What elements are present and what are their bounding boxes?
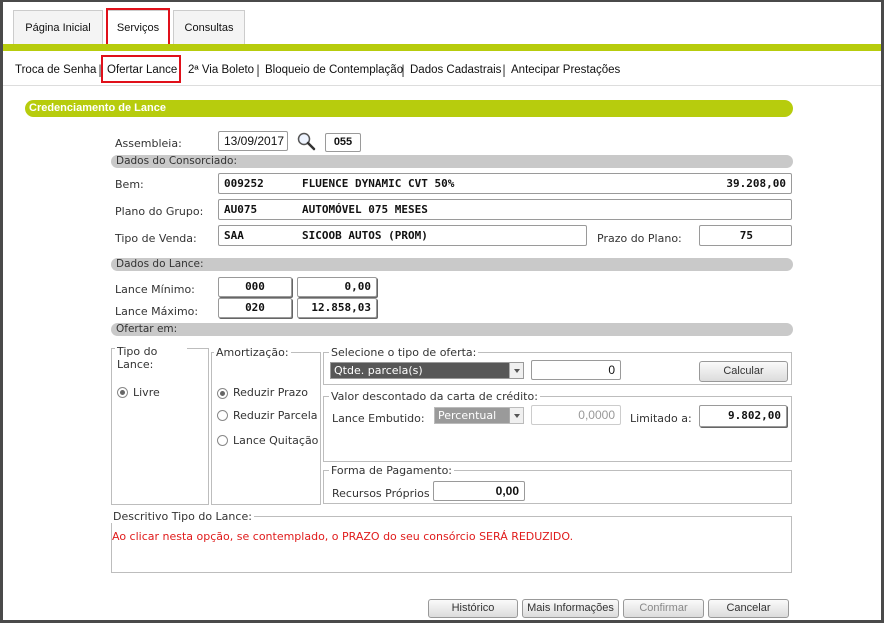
mais-informacoes-button[interactable]: Mais Informações [522,599,619,618]
recursos-proprios-field[interactable]: 0,00 [433,481,525,501]
venda-description: SICOOB AUTOS (PROM) [302,229,428,242]
nav-accent-bar [3,44,881,51]
radio-livre[interactable] [117,387,128,398]
lance-minimo-value: 0,00 [297,277,377,297]
lance-minimo-label: Lance Mínimo: [115,283,195,296]
subnav-segunda-via-boleto[interactable]: 2ª Via Boleto [188,62,254,78]
lance-minimo-code: 000 [218,277,292,297]
assembleia-number-field[interactable]: 055 [325,133,361,152]
forma-pagamento-legend: Forma de Pagamento: [329,464,454,477]
servicos-highlight [106,8,170,46]
valor-descontado-legend: Valor descontado da carta de crédito: [329,390,540,403]
tipo-oferta-legend: Selecione o tipo de oferta: [329,346,479,359]
amortizacao-legend: Amortização: [214,346,291,359]
chevron-down-icon [509,408,523,423]
radio-reduzir-parcela[interactable] [217,410,228,421]
tipo-lance-group [111,348,209,505]
assembleia-label: Assembleia: [115,137,182,150]
confirmar-button[interactable]: Confirmar [623,599,704,618]
calcular-button[interactable]: Calcular [699,361,788,382]
lance-maximo-code: 020 [218,298,292,318]
section-lance: Dados do Lance: [111,258,793,271]
browser-frame: Página Inicial Serviços Consultas Troca … [0,0,884,623]
tipo-lance-legend: Tipo do Lance: [115,345,187,371]
tipo-venda-label: Tipo de Venda: [115,232,197,245]
bem-field: 009252 FLUENCE DYNAMIC CVT 50% 39.208,00 [218,173,792,194]
tipo-oferta-selected: Qtde. parcela(s) [334,364,423,377]
plano-description: AUTOMÓVEL 075 MESES [302,203,428,216]
bem-label: Bem: [115,178,144,191]
ofertar-lance-highlight [101,55,181,83]
bem-code: 009252 [224,177,264,190]
assembleia-date-field[interactable]: 13/09/2017 [218,131,288,151]
subnav-dados-cadastrais[interactable]: Dados Cadastrais [410,62,501,78]
subnav-separator: | [502,63,507,77]
lance-embutido-value-field[interactable]: 0,0000 [531,405,621,425]
tab-pagina-inicial[interactable]: Página Inicial [13,10,103,44]
divider [3,85,881,86]
tipo-oferta-select[interactable]: Qtde. parcela(s) [330,362,524,379]
venda-code: SAA [224,229,244,242]
lance-maximo-label: Lance Máximo: [115,305,199,318]
limitado-label: Limitado a: [630,412,692,425]
subnav-troca-senha[interactable]: Troca de Senha [15,62,96,78]
historico-button[interactable]: Histórico [428,599,518,618]
tab-consultas[interactable]: Consultas [173,10,245,44]
bem-value: 39.208,00 [726,177,786,190]
section-consorciado: Dados do Consorciado: [111,155,793,168]
subnav-separator: | [256,63,261,77]
section-ofertar: Ofertar em: [111,323,793,336]
descritivo-group [111,516,792,573]
limitado-value: 9.802,00 [699,405,787,427]
radio-lance-quitacao[interactable] [217,435,228,446]
prazo-label: Prazo do Plano: [597,232,682,245]
subnav-bloqueio-contemplacao[interactable]: Bloqueio de Contemplação [265,62,403,78]
plano-label: Plano do Grupo: [115,205,204,218]
lance-embutido-select[interactable]: Percentual [434,407,524,424]
search-icon[interactable] [296,131,318,151]
lance-embutido-selected: Percentual [438,409,497,422]
tipo-venda-field: SAA SICOOB AUTOS (PROM) [218,225,587,246]
subnav-separator: | [401,63,406,77]
lance-maximo-value: 12.858,03 [297,298,377,318]
chevron-down-icon [509,363,523,378]
prazo-field: 75 [699,225,792,246]
radio-reduzir-prazo[interactable] [217,388,228,399]
amortizacao-group [211,352,321,505]
lance-quitacao-label: Lance Quitação [233,434,319,447]
livre-label: Livre [133,386,160,399]
reduzir-parcela-label: Reduzir Parcela [233,409,318,422]
descritivo-legend: Descritivo Tipo do Lance: [111,510,254,523]
bem-description: FLUENCE DYNAMIC CVT 50% [302,177,455,190]
reduzir-prazo-label: Reduzir Prazo [233,386,308,399]
lance-embutido-label: Lance Embutido: [332,412,425,425]
oferta-value-field[interactable]: 0 [531,360,621,380]
subnav-antecipar-prestacoes[interactable]: Antecipar Prestações [511,62,620,78]
page-title: Credenciamento de Lance [25,100,793,117]
cancelar-button[interactable]: Cancelar [708,599,789,618]
descritivo-text: Ao clicar nesta opção, se contemplado, o… [112,530,574,543]
plano-code: AU075 [224,203,258,216]
plano-field: AU075 AUTOMÓVEL 075 MESES [218,199,792,220]
recursos-proprios-label: Recursos Próprios [332,487,430,500]
